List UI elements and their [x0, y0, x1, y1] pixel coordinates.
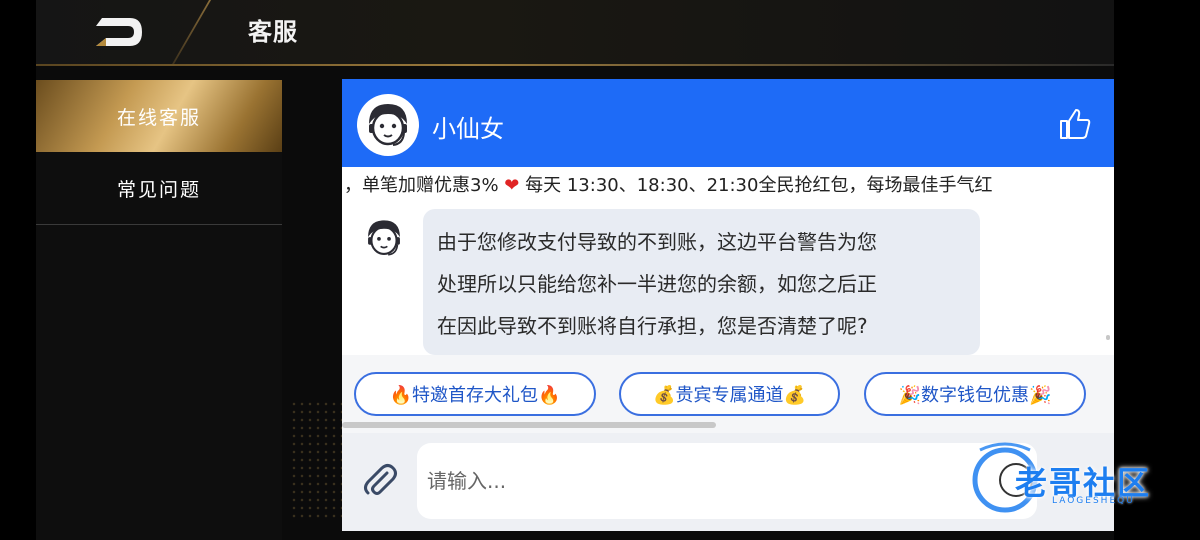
message-line: 在因此导致不到账将自行承担，您是否清楚了呢? [437, 314, 868, 338]
quick-reply-digital-wallet[interactable]: 🎉数字钱包优惠🎉 [864, 372, 1086, 416]
chat-header: 小仙女 [342, 79, 1114, 167]
left-edge [0, 0, 36, 540]
message-input[interactable] [417, 443, 1037, 519]
decorative-dots [290, 400, 350, 520]
agent-name: 小仙女 [432, 115, 504, 143]
quick-reply-first-deposit[interactable]: 🔥特邀首存大礼包🔥 [354, 372, 596, 416]
attach-icon[interactable] [360, 461, 398, 499]
agent-avatar-icon [358, 212, 410, 264]
message-line: 处理所以只能给您补一半进您的余额，如您之后正 [437, 272, 877, 296]
sidebar-divider [36, 224, 282, 225]
sidebar-item-online-service[interactable]: 在线客服 [36, 80, 282, 152]
sidebar-item-faq[interactable]: 常见问题 [36, 152, 282, 224]
quick-reply-vip-channel[interactable]: 💰贵宾专属通道💰 [619, 372, 840, 416]
thumbs-up-icon[interactable] [1058, 107, 1092, 141]
message-line: 由于您修改支付导致的不到账，这边平台警告为您 [437, 230, 877, 254]
horizontal-scrollbar[interactable] [342, 422, 716, 428]
sidebar-item-label: 常见问题 [116, 178, 201, 201]
sidebar: 在线客服 常见问题 [36, 80, 282, 540]
vertical-scrollbar[interactable] [1106, 335, 1110, 340]
agent-message-bubble: 由于您修改支付导致的不到账，这边平台警告为您 处理所以只能给您补一半进您的余额，… [423, 209, 980, 355]
heart-icon: ❤ [504, 175, 520, 196]
page-title: 客服 [248, 18, 298, 46]
agent-avatar-icon [357, 94, 419, 156]
message-list: 由于您修改支付导致的不到账，这边平台警告为您 处理所以只能给您补一半进您的余额，… [342, 205, 1114, 355]
watermark-subtext: LAOGESHEQU [1052, 496, 1135, 506]
sidebar-item-label: 在线客服 [116, 106, 201, 129]
announcement-marquee: ，单笔加赠优惠3% ❤ 每天 13:30、18:30、21:30全民抢红包，每场… [342, 167, 1114, 205]
header-gold-line [36, 64, 1114, 66]
marquee-text-2: 每天 13:30、18:30、21:30全民抢红包，每场最佳手气红 [525, 175, 993, 196]
marquee-text-1: ，单笔加赠优惠3% [344, 175, 499, 196]
back-icon[interactable] [92, 14, 146, 50]
top-bar [36, 0, 1114, 66]
